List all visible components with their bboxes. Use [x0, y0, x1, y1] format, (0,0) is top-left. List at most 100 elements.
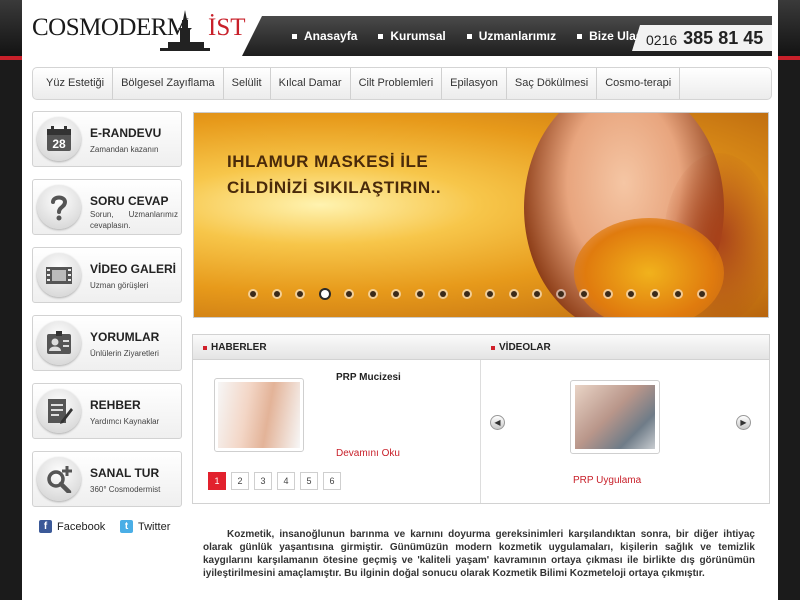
video-thumbnail[interactable]	[570, 380, 660, 454]
twitter-link[interactable]: t Twitter	[120, 520, 170, 533]
category-item[interactable]: Bölgesel Zayıflama	[113, 68, 224, 99]
video-next-arrow-icon[interactable]: ▶	[736, 415, 751, 430]
slider-dot[interactable]	[416, 291, 423, 297]
category-item[interactable]: Yüz Estetiği	[33, 68, 114, 99]
film-icon	[37, 253, 81, 297]
hero-headline-line2: CİLDİNİZİ SIKILAŞTIRIN..	[227, 178, 442, 197]
slider-dot[interactable]	[675, 291, 681, 297]
twitter-label: Twitter	[138, 520, 171, 533]
phone-number: 0216 385 81 45	[632, 25, 772, 51]
top-nav-item-anasayfa[interactable]: Anasayfa	[292, 29, 357, 43]
sidebar-item-subtitle: Yardımcı Kaynaklar	[90, 417, 160, 426]
magnifier-plus-icon	[37, 457, 81, 501]
category-item[interactable]: Saç Dökülmesi	[507, 68, 598, 99]
news-thumbnail[interactable]	[214, 378, 304, 452]
sidebar-item-rehber[interactable]: REHBER Yardımcı Kaynaklar	[32, 383, 182, 439]
sidebar-item-subtitle: Zamandan kazanın	[90, 145, 159, 154]
news-header: HABERLER	[203, 342, 267, 353]
page-button-5[interactable]: 5	[300, 472, 318, 490]
top-nav-item-uzmanlarımız[interactable]: Uzmanlarımız	[466, 29, 556, 43]
sidebar-item-vi-deo-galeri[interactable]: VİDEO GALERİ Uzman görüşleri	[32, 247, 182, 303]
category-item[interactable]: Cosmo-terapi	[597, 68, 681, 99]
sidebar-item-subtitle: Ünlülerin Ziyaretleri	[90, 349, 159, 358]
slider-dot[interactable]	[534, 291, 540, 297]
bullet-square-icon	[466, 33, 472, 39]
slider-dot[interactable]	[463, 291, 470, 297]
slider-dot[interactable]	[440, 291, 446, 297]
intro-paragraph: Kozmetik, insanoğlunun barınma ve karnın…	[203, 529, 755, 579]
slider-dot[interactable]	[628, 291, 634, 297]
page-button-4[interactable]: 4	[277, 472, 295, 490]
hero-leaves-shape	[574, 218, 724, 317]
slider-dots	[250, 290, 705, 298]
slider-dot[interactable]	[369, 291, 376, 297]
calendar-day: 28	[52, 137, 66, 151]
read-more-link[interactable]: Devamını Oku	[336, 448, 400, 459]
sidebar-item-title: SANAL TUR	[90, 466, 160, 480]
news-header-label: HABERLER	[211, 342, 267, 353]
red-square-icon	[203, 345, 207, 350]
phone-area-code: 0216	[646, 31, 678, 48]
logo[interactable]: COSMODERM İST	[32, 8, 257, 52]
slider-dot[interactable]	[581, 291, 587, 297]
slider-dot[interactable]	[487, 291, 493, 297]
slider-dot[interactable]	[698, 291, 705, 297]
bullet-square-icon	[292, 33, 297, 39]
slider-dot[interactable]	[393, 291, 399, 297]
news-pagination: 123456	[208, 472, 341, 490]
hero-headline: IHLAMUR MASKESİ İLE CİLDİNİZİ SIKILAŞTIR…	[227, 149, 441, 201]
calendar-icon: 28	[37, 117, 81, 161]
page-button-2[interactable]: 2	[231, 472, 249, 490]
slider-dot[interactable]	[320, 290, 329, 298]
slider-dot[interactable]	[346, 291, 352, 297]
page-button-3[interactable]: 3	[254, 472, 272, 490]
facebook-link[interactable]: f Facebook	[39, 520, 105, 533]
category-item[interactable]: Epilasyon	[442, 68, 507, 99]
news-item-title[interactable]: PRP Mucizesi	[336, 372, 401, 383]
slider-dot[interactable]	[604, 291, 611, 297]
slider-dot[interactable]	[297, 291, 303, 297]
hero-slider[interactable]: IHLAMUR MASKESİ İLE CİLDİNİZİ SIKILAŞTIR…	[193, 112, 769, 318]
slider-dot[interactable]	[651, 291, 658, 297]
top-navigation: Anasayfa Kurumsal Uzmanlarımız Bize Ulaşın …	[242, 16, 772, 56]
page-button-6[interactable]: 6	[323, 472, 341, 490]
news-image	[218, 382, 300, 448]
phone-main-number: 385 81 45	[683, 27, 764, 48]
sidebar-item-title: E-RANDEVU	[90, 126, 162, 140]
top-nav-item-kurumsal[interactable]: Kurumsal	[378, 29, 446, 43]
category-items: Yüz Estetiği Bölgesel Zayıflama Selülit Kıl…	[33, 68, 681, 99]
sidebar-item-subtitle: Sorun, Uzmanlarımız cevaplasın.	[90, 210, 178, 230]
slider-dot[interactable]	[510, 291, 517, 297]
page-container: COSMODERM İST Anasayfa Kurumsal Uzmanlarım…	[22, 0, 778, 600]
sidebar-item-subtitle: Uzman görüşleri	[90, 281, 149, 290]
facebook-icon: f	[39, 520, 52, 533]
slider-dot[interactable]	[250, 291, 256, 297]
red-square-icon	[491, 345, 495, 350]
logo-accent-text: İST	[208, 14, 246, 41]
news-video-panel: HABERLER VİDEOLAR PRP Mucizesi Devamını …	[192, 334, 770, 504]
videos-header-label: VİDEOLAR	[499, 342, 551, 353]
sidebar-item-title: SORU CEVAP	[90, 194, 169, 208]
video-item-title[interactable]: PRP Uygulama	[573, 475, 641, 486]
sidebar-item-subtitle: 360° Cosmodermist	[90, 485, 161, 494]
question-icon	[37, 185, 81, 229]
page-button-1[interactable]: 1	[208, 472, 226, 490]
slider-dot[interactable]	[557, 291, 564, 297]
hero-headline-line1: IHLAMUR MASKESİ İLE	[227, 152, 429, 171]
sidebar-item-sanal-tur[interactable]: SANAL TUR 360° Cosmodermist	[32, 451, 182, 507]
sidebar-item-yorumlar[interactable]: YORUMLAR Ünlülerin Ziyaretleri	[32, 315, 182, 371]
sidebar-item-soru-cevap[interactable]: SORU CEVAP Sorun, Uzmanlarımız cevaplasın…	[32, 179, 182, 235]
category-item[interactable]: Selülit	[224, 68, 271, 99]
category-item[interactable]: Kılcal Damar	[271, 68, 351, 99]
category-bar: Yüz Estetiği Bölgesel Zayıflama Selülit Kıl…	[32, 67, 772, 100]
facebook-label: Facebook	[57, 520, 106, 533]
slider-dot[interactable]	[273, 291, 280, 297]
videos-header: VİDEOLAR	[491, 342, 551, 353]
sidebar-item-title: VİDEO GALERİ	[90, 262, 177, 276]
panel-header: HABERLER VİDEOLAR	[193, 335, 769, 360]
sidebar-item-title: YORUMLAR	[90, 330, 160, 344]
sidebar-item-e-randevu[interactable]: 28 E-RANDEVU Zamandan kazanın	[32, 111, 182, 167]
video-prev-arrow-icon[interactable]: ◀	[490, 415, 505, 430]
category-item[interactable]: Cilt Problemleri	[351, 68, 443, 99]
document-pen-icon	[37, 389, 81, 433]
